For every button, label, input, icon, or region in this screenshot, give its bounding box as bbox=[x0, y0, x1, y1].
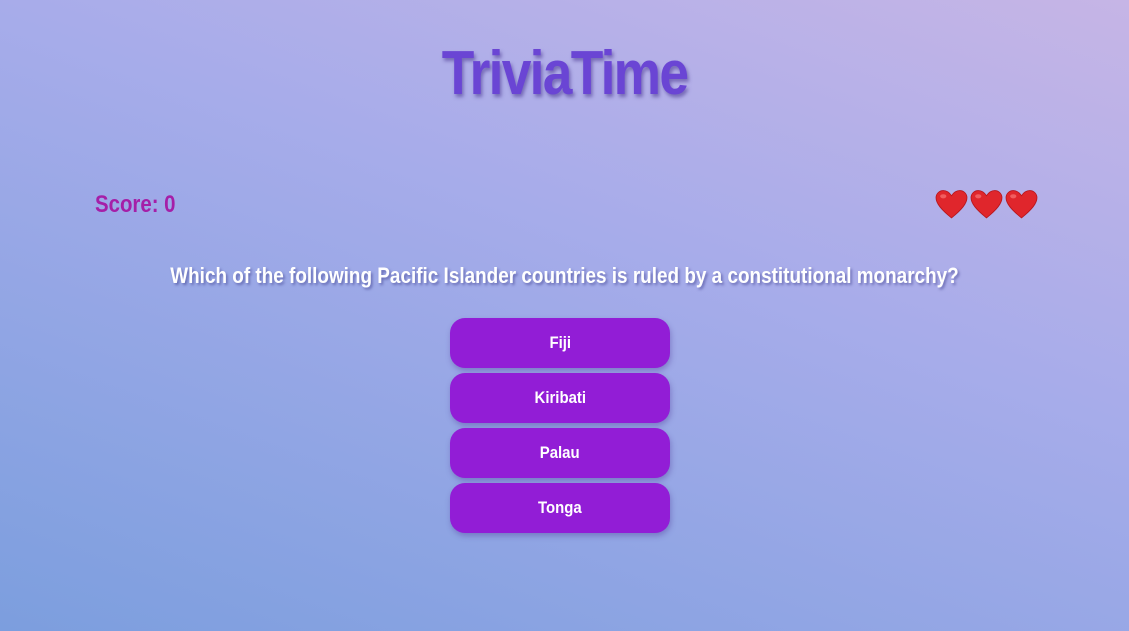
heart-icon bbox=[970, 190, 1003, 219]
answer-button-kiribati[interactable]: Kiribati bbox=[450, 373, 670, 423]
answer-label: Tonga bbox=[538, 498, 582, 517]
answer-label: Fiji bbox=[549, 333, 571, 352]
lives-indicator bbox=[935, 188, 1038, 221]
score-display: Score: 0 bbox=[95, 191, 176, 218]
question-text: Which of the following Pacific Islander … bbox=[170, 263, 959, 288]
answer-button-palau[interactable]: Palau bbox=[450, 428, 670, 478]
answer-button-tonga[interactable]: Tonga bbox=[450, 483, 670, 533]
heart-icon bbox=[935, 190, 968, 219]
trivia-app: TriviaTime Score: 0 Which of the followi… bbox=[0, 0, 1129, 631]
app-title: TriviaTime bbox=[441, 39, 689, 108]
heart-icon bbox=[1005, 190, 1038, 219]
answer-label: Kiribati bbox=[534, 388, 586, 407]
answer-list: Fiji Kiribati Palau Tonga bbox=[450, 318, 670, 538]
answer-button-fiji[interactable]: Fiji bbox=[450, 318, 670, 368]
answer-label: Palau bbox=[540, 443, 580, 462]
